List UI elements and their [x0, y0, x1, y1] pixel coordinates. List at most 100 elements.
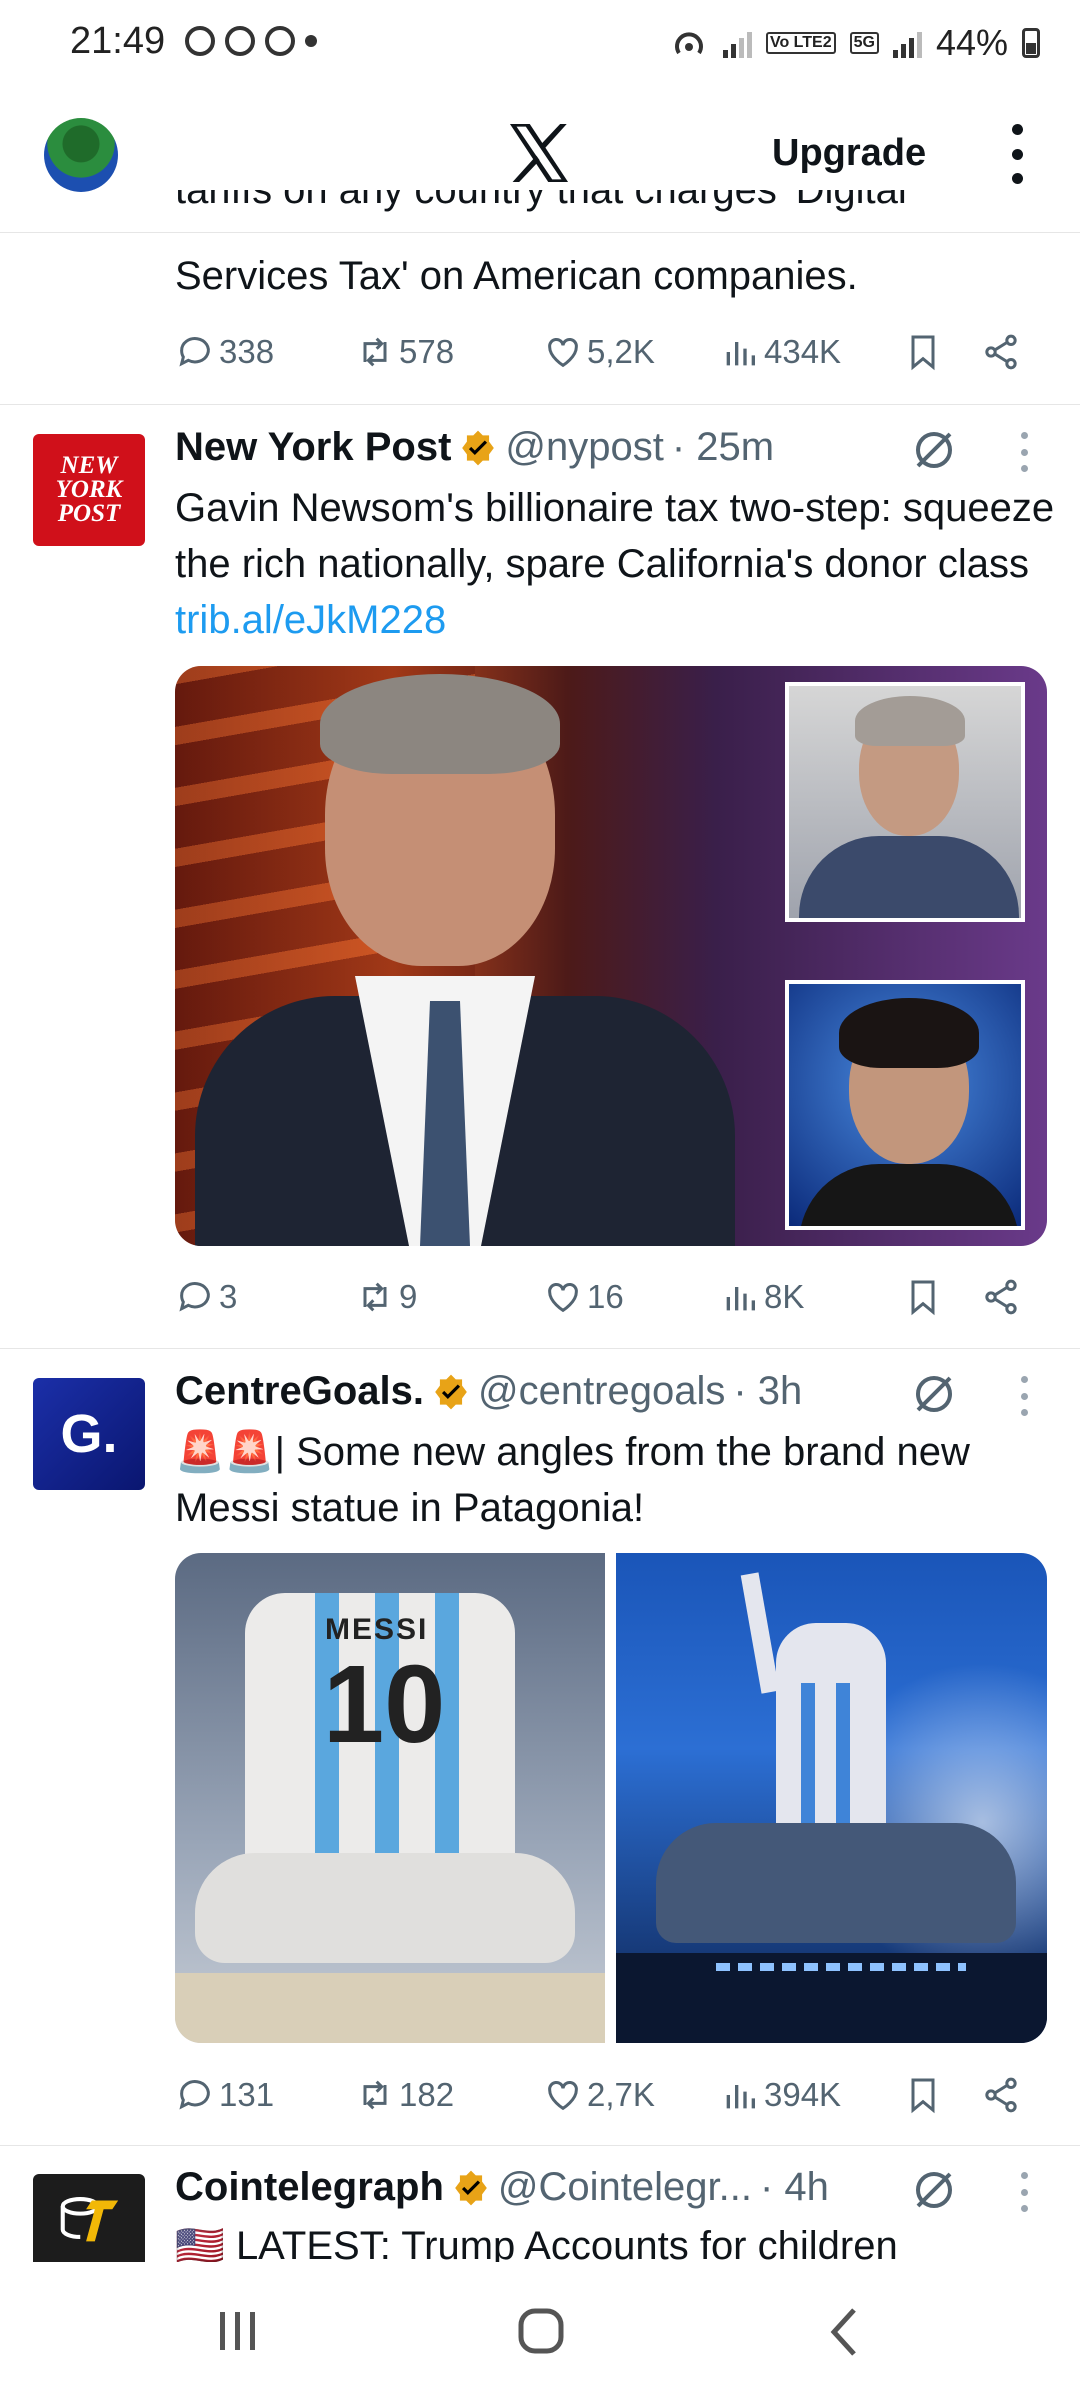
repost-count: 578 — [399, 333, 455, 370]
avatar[interactable] — [33, 2174, 145, 2262]
reply-count: 3 — [219, 1278, 238, 1315]
avatar[interactable]: NEW YORK POST — [33, 434, 145, 546]
share-icon — [985, 2077, 1017, 2113]
tweet-image[interactable]: MESSI 10 — [175, 1553, 605, 2043]
bookmark-button[interactable] — [903, 2075, 943, 2115]
system-nav-bar — [0, 2262, 1080, 2400]
views-count: 8K — [764, 1278, 805, 1315]
home-icon[interactable] — [516, 2306, 566, 2356]
grok-icon[interactable] — [910, 1370, 958, 1418]
inset-photo — [785, 980, 1025, 1230]
heart-icon — [548, 2081, 578, 2111]
tweet-link[interactable]: trib.al/eJkM228 — [175, 598, 446, 642]
bookmark-icon — [911, 1280, 935, 1316]
battery-icon — [1022, 28, 1040, 58]
tweet-image[interactable] — [175, 666, 1047, 1246]
tweet-time: · 3h — [733, 1369, 803, 1413]
tweet-more-icon[interactable] — [1019, 1376, 1029, 1416]
grok-icon[interactable] — [910, 426, 958, 474]
tweet-body: Gavin Newsom's billionaire tax two-step:… — [175, 486, 1055, 586]
repost-button[interactable]: 9 — [355, 1277, 417, 1317]
tweet-time: · 4h — [759, 2165, 829, 2209]
views-count: 394K — [764, 2076, 842, 2113]
author-name[interactable]: New York Post — [175, 425, 451, 470]
tweet-text: 🚨🚨| Some new angles from the brand new M… — [175, 1424, 1055, 1536]
author-handle[interactable]: @centregoals — [478, 1369, 725, 1414]
like-button[interactable]: 2,7K — [543, 2075, 655, 2115]
tweet-text: Gavin Newsom's billionaire tax two-step:… — [175, 480, 1055, 648]
share-button[interactable] — [981, 332, 1021, 372]
reply-button[interactable]: 3 — [175, 1277, 237, 1317]
divider — [0, 404, 1080, 405]
author-name[interactable]: Cointelegraph — [175, 2165, 444, 2210]
reply-button[interactable]: 338 — [175, 332, 274, 372]
avatar-text: G. — [60, 1404, 118, 1464]
share-button[interactable] — [981, 1277, 1021, 1317]
heart-icon — [548, 1283, 578, 1313]
person-hair — [320, 674, 560, 774]
author-name[interactable]: CentreGoals. — [175, 1369, 424, 1414]
heart-icon — [548, 338, 578, 368]
repost-icon — [363, 2080, 387, 2110]
reply-icon — [179, 1282, 210, 1312]
bookmark-button[interactable] — [903, 332, 943, 372]
author-handle[interactable]: @nypost — [505, 425, 663, 470]
more-options-icon[interactable] — [1002, 124, 1032, 184]
x-logo-icon[interactable] — [506, 120, 572, 186]
author-handle[interactable]: @Cointelegr... — [498, 2165, 752, 2210]
tweet-body: LATEST: Trump Accounts for children — [235, 2224, 898, 2262]
reply-icon — [179, 2080, 210, 2110]
views-icon — [726, 342, 755, 366]
like-count: 16 — [587, 1278, 624, 1315]
bookmark-button[interactable] — [903, 1277, 943, 1317]
tweet-body: | Some new angles from the brand new Mes… — [175, 1430, 970, 1530]
views-button[interactable]: 8K — [720, 1277, 804, 1317]
tweet-more-icon[interactable] — [1019, 2172, 1029, 2212]
repost-count: 182 — [399, 2076, 455, 2113]
5g-icon: 5G — [849, 32, 879, 54]
back-icon[interactable] — [826, 2306, 862, 2358]
notification-icons — [185, 26, 317, 56]
jersey-number: 10 — [323, 1643, 446, 1766]
repost-button[interactable]: 578 — [355, 332, 454, 372]
bookmark-icon — [911, 2078, 935, 2114]
tweet-more-icon[interactable] — [1019, 432, 1029, 472]
status-bar: 21:49 Vo LTE2 5G 44% — [0, 0, 1080, 90]
tweet-text: Services Tax' on American companies. — [175, 254, 858, 298]
reply-button[interactable]: 131 — [175, 2075, 274, 2115]
views-count: 434K — [764, 333, 842, 370]
repost-count: 9 — [399, 1278, 418, 1315]
bookmark-icon — [911, 335, 935, 371]
reply-count: 338 — [219, 333, 275, 370]
verified-badge-icon — [455, 2170, 487, 2205]
signal-icon-2 — [892, 28, 922, 58]
profile-avatar[interactable] — [44, 118, 118, 192]
notification-icon — [265, 26, 295, 56]
volte-icon: Vo LTE2 — [765, 32, 836, 54]
status-time: 21:49 — [70, 20, 166, 62]
views-button[interactable]: 394K — [720, 2075, 841, 2115]
like-button[interactable]: 16 — [543, 1277, 624, 1317]
reply-icon — [179, 337, 210, 367]
avatar[interactable]: G. — [33, 1378, 145, 1490]
notification-icon — [185, 26, 215, 56]
verified-badge-icon — [462, 430, 495, 465]
tweet-text-clipped: tariffs on any country that charges 'Dig… — [175, 190, 907, 212]
tweet-header: New York Post @nypost · 25m — [175, 425, 774, 470]
repost-icon — [363, 1282, 387, 1312]
share-button[interactable] — [981, 2075, 1021, 2115]
views-button[interactable]: 434K — [720, 332, 841, 372]
upgrade-button[interactable]: Upgrade — [772, 132, 926, 175]
tweet-image[interactable] — [616, 1553, 1047, 2043]
grok-icon[interactable] — [910, 2166, 958, 2214]
recent-apps-icon[interactable] — [214, 2308, 262, 2354]
views-icon — [726, 2085, 755, 2109]
repost-button[interactable]: 182 — [355, 2075, 454, 2115]
signal-icon — [722, 28, 752, 58]
avatar-text: NEW YORK POST — [55, 452, 123, 527]
verified-badge-icon — [435, 1374, 467, 1409]
like-count: 2,7K — [587, 2076, 655, 2113]
like-button[interactable]: 5,2K — [543, 332, 655, 372]
cointelegraph-logo-icon — [60, 2197, 119, 2242]
divider — [0, 1348, 1080, 1349]
